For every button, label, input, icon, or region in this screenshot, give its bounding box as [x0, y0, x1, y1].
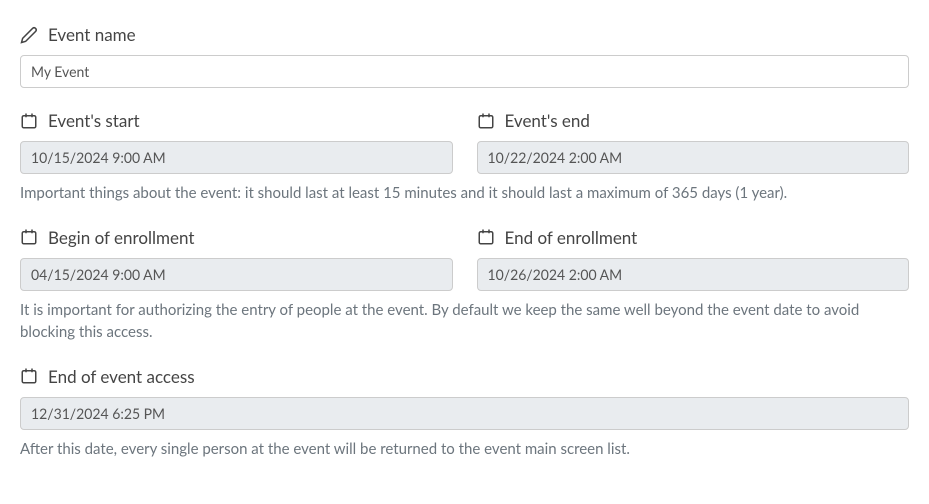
calendar-icon	[477, 112, 495, 130]
calendar-icon	[20, 367, 38, 385]
access-end-input[interactable]	[20, 397, 909, 430]
event-name-label: Event name	[20, 24, 909, 45]
event-name-input[interactable]	[20, 55, 909, 88]
event-end-label: Event's end	[477, 110, 910, 131]
enroll-end-label-text: End of enrollment	[505, 227, 638, 248]
event-name-label-text: Event name	[48, 24, 136, 45]
calendar-icon	[20, 112, 38, 130]
calendar-icon	[477, 228, 495, 246]
event-start-label: Event's start	[20, 110, 453, 131]
enroll-end-label: End of enrollment	[477, 227, 910, 248]
enrollment-help: It is important for authorizing the entr…	[20, 299, 909, 344]
event-end-input[interactable]	[477, 141, 910, 174]
access-help: After this date, every single person at …	[20, 438, 909, 461]
event-dates-row: Event's start Event's end	[20, 110, 909, 174]
enroll-begin-field: Begin of enrollment	[20, 227, 453, 291]
calendar-icon	[20, 228, 38, 246]
event-dates-help: Important things about the event: it sho…	[20, 182, 909, 205]
event-end-label-text: Event's end	[505, 110, 590, 131]
enroll-end-input[interactable]	[477, 258, 910, 291]
event-start-field: Event's start	[20, 110, 453, 174]
access-end-label: End of event access	[20, 366, 909, 387]
enroll-end-field: End of enrollment	[477, 227, 910, 291]
event-end-field: Event's end	[477, 110, 910, 174]
event-start-label-text: Event's start	[48, 110, 140, 131]
enroll-begin-label: Begin of enrollment	[20, 227, 453, 248]
enroll-begin-label-text: Begin of enrollment	[48, 227, 194, 248]
enroll-begin-input[interactable]	[20, 258, 453, 291]
event-start-input[interactable]	[20, 141, 453, 174]
access-end-field: End of event access	[20, 366, 909, 430]
access-end-label-text: End of event access	[48, 366, 195, 387]
enrollment-dates-row: Begin of enrollment End of enrollment	[20, 227, 909, 291]
event-name-field: Event name	[20, 24, 909, 88]
edit-icon	[20, 26, 38, 44]
